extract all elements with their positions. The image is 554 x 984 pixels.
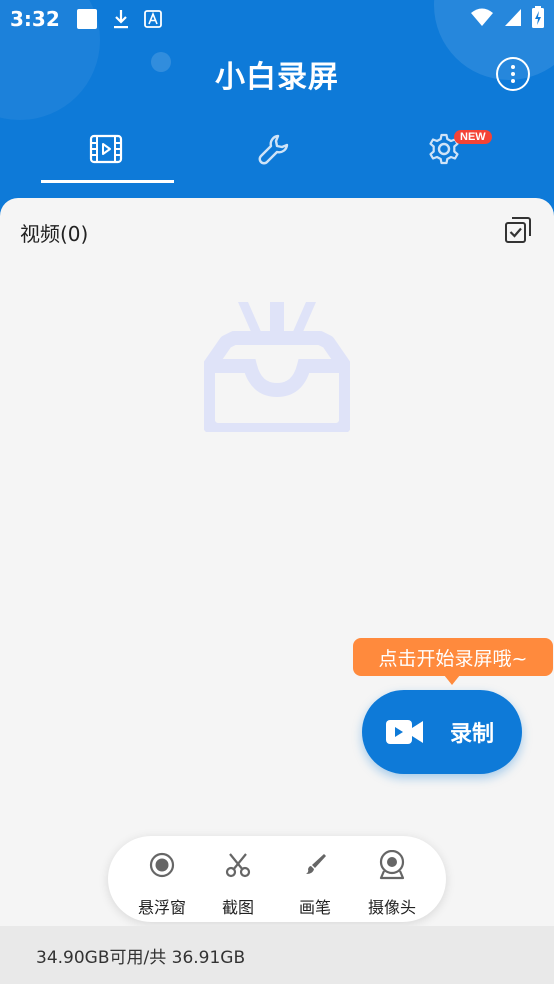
app-header: 3:32 小白录屏 NEW — [0, 0, 554, 230]
wrench-icon — [258, 134, 289, 165]
brush-icon — [306, 854, 326, 874]
storage-info: 34.90GB可用/共 36.91GB — [0, 926, 554, 984]
tool-label: 摄像头 — [367, 898, 416, 917]
multi-select-icon — [505, 217, 531, 243]
record-label: 录制 — [450, 722, 495, 747]
video-icon — [89, 134, 123, 164]
video-camera-icon — [386, 720, 423, 744]
record-button[interactable]: 录制 — [362, 690, 522, 774]
dot — [511, 65, 515, 69]
videos-count-title: 视频(0) — [20, 222, 89, 246]
tab-tools[interactable] — [204, 120, 344, 178]
new-badge: NEW — [454, 130, 492, 144]
dot — [511, 72, 515, 76]
empty-box-icon — [201, 298, 353, 437]
signal-icon — [504, 7, 522, 31]
tool-floating-window[interactable]: 悬浮窗 — [122, 836, 202, 922]
translate-icon — [143, 10, 162, 28]
battery-icon — [532, 6, 544, 32]
quick-tools-bar: 悬浮窗 截图 画笔 摄像头 — [108, 836, 446, 922]
tool-brush[interactable]: 画笔 — [275, 836, 355, 922]
wifi-icon — [470, 7, 494, 31]
record-hint-tooltip: 点击开始录屏哦~ — [353, 638, 553, 676]
video-list-panel: 视频(0) 点击开始录屏哦~ 录制 悬浮窗 截图 画笔 摄像头 — [0, 198, 554, 926]
notification-square-icon — [76, 8, 98, 30]
tool-label: 悬浮窗 — [137, 898, 186, 917]
status-time: 3:32 — [10, 7, 60, 31]
tooltip-tail — [444, 675, 460, 685]
tool-label: 截图 — [221, 898, 254, 917]
scissors-icon — [225, 853, 251, 878]
tab-bar: NEW — [0, 120, 554, 184]
tab-indicator — [41, 180, 174, 183]
tool-camera[interactable]: 摄像头 — [352, 836, 432, 922]
tool-label: 画笔 — [298, 898, 331, 917]
camera-icon — [379, 850, 405, 880]
app-title: 小白录屏 — [215, 60, 339, 95]
tab-settings[interactable]: NEW — [374, 120, 514, 178]
floating-window-icon — [149, 852, 175, 878]
download-icon — [112, 8, 130, 30]
more-options-button[interactable] — [496, 57, 530, 91]
tool-screenshot[interactable]: 截图 — [198, 836, 278, 922]
multi-select-button[interactable] — [504, 216, 532, 248]
storage-text: 34.90GB可用/共 36.91GB — [36, 947, 246, 968]
tab-video[interactable] — [36, 120, 176, 178]
dot — [511, 79, 515, 83]
status-bar: 3:32 — [0, 0, 554, 38]
